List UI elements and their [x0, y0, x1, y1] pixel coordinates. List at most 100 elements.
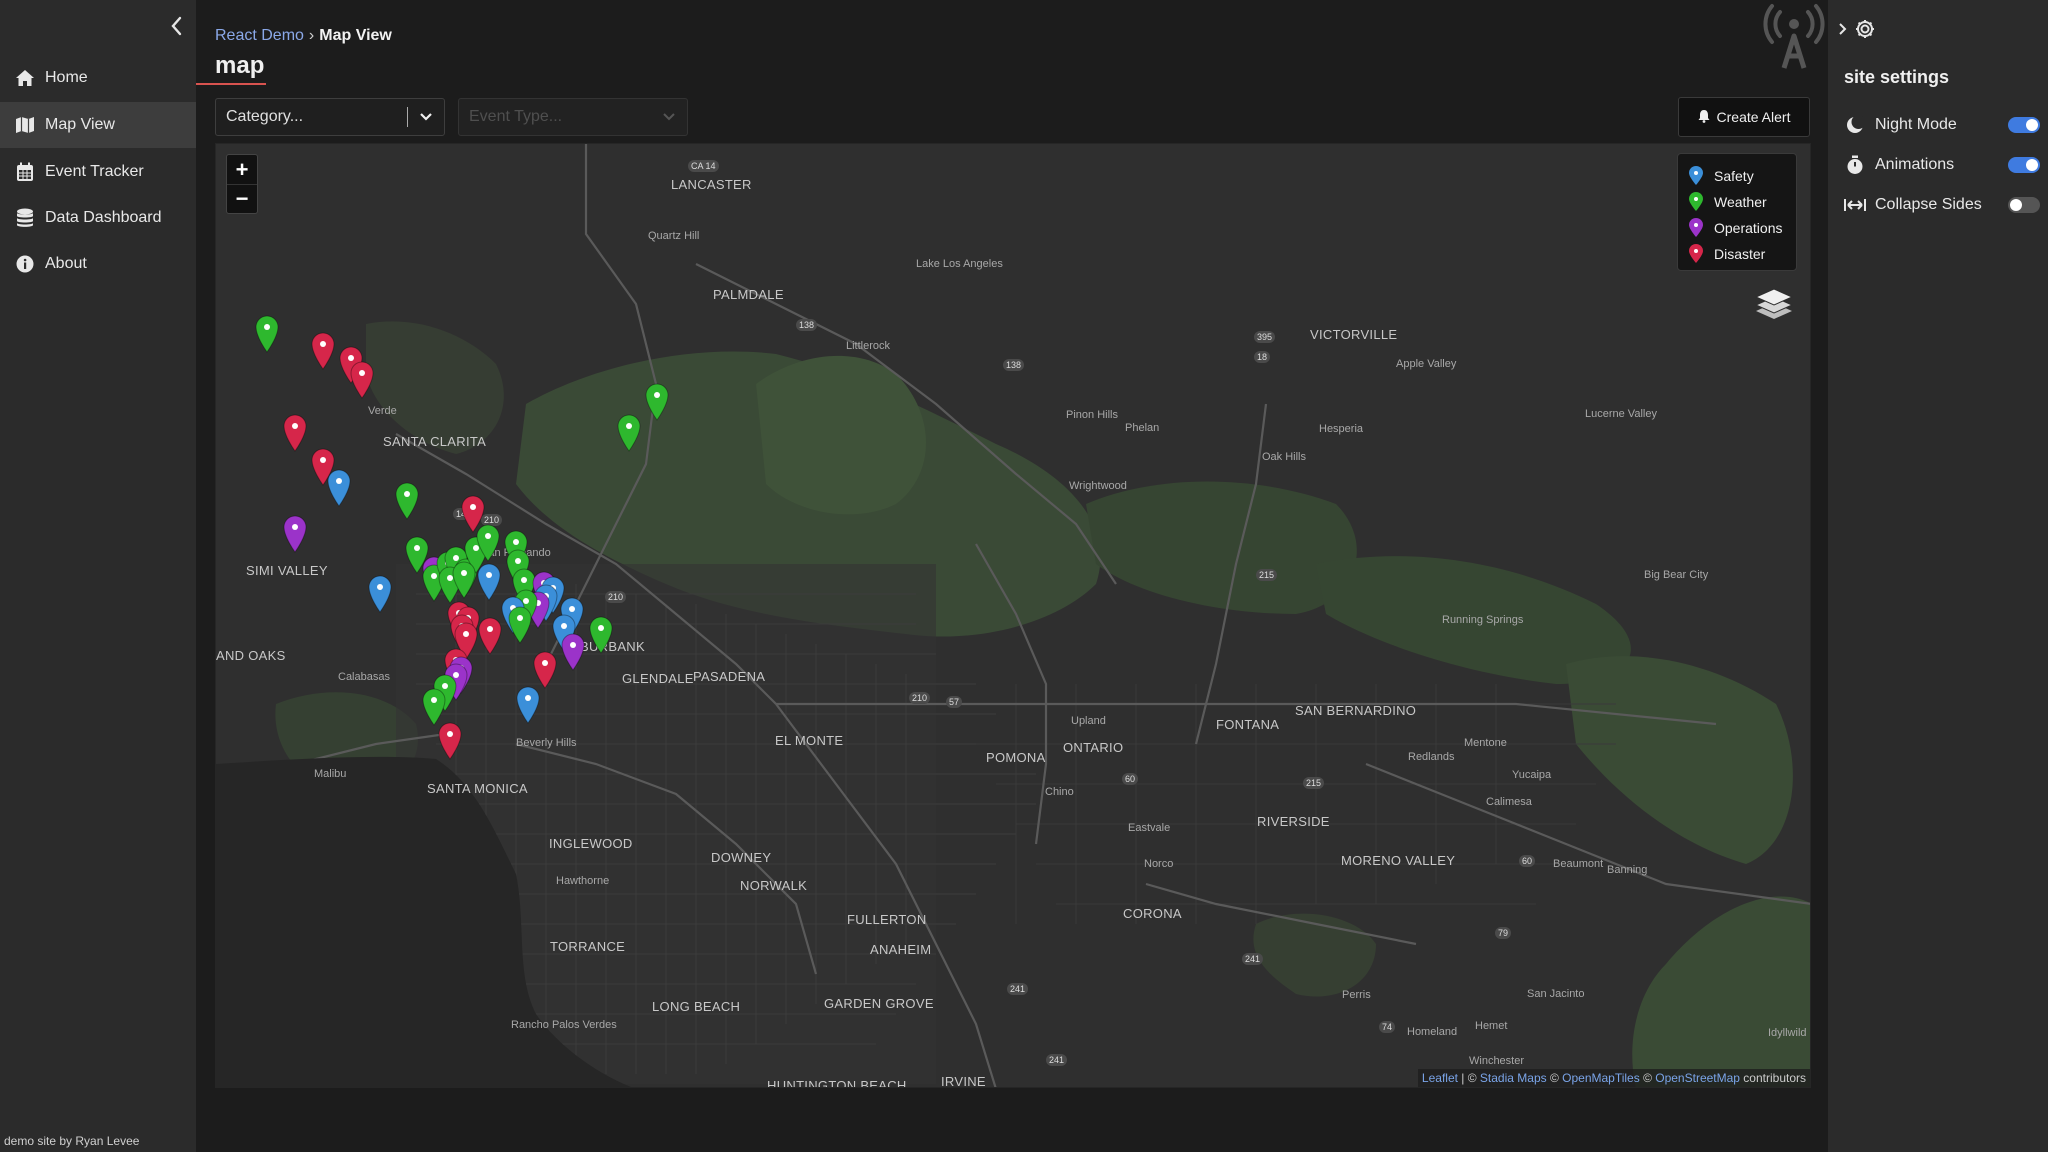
zoom-in-button[interactable]: + [227, 155, 257, 184]
map-label: Quartz Hill [648, 230, 700, 242]
category-select[interactable]: Category... [215, 98, 445, 136]
map-label: Perris [1342, 989, 1371, 1001]
map-label: EL MONTE [775, 733, 844, 748]
map-label: SANTA CLARITA [383, 434, 487, 449]
sidebar-item-home[interactable]: Home [0, 55, 196, 101]
highway-shield: 60 [1519, 855, 1536, 867]
setting-night-mode: Night Mode [1844, 111, 2040, 139]
map-label: PASADENA [693, 669, 766, 684]
map-label: GLENDALE [622, 671, 694, 686]
info-icon [14, 253, 36, 275]
event-marker-weather[interactable] [451, 561, 477, 599]
event-marker-weather[interactable] [644, 383, 670, 421]
event-marker-operations[interactable] [282, 515, 308, 553]
map-label: NORWALK [740, 878, 808, 893]
map-label: MORENO VALLEY [1341, 853, 1456, 868]
collapse-sidebar-button[interactable] [166, 14, 188, 38]
bell-icon [1698, 109, 1710, 126]
zoom-out-button[interactable]: − [227, 184, 257, 213]
chevron-down-icon[interactable] [408, 112, 444, 122]
chevron-right-icon [1839, 23, 1847, 35]
map-label: Running Springs [1442, 614, 1524, 626]
layers-button[interactable] [1752, 279, 1796, 323]
map-label: POMONA [986, 750, 1046, 765]
left-sidebar: Home Map View Event Tracker Data Dashboa… [0, 0, 196, 1152]
event-marker-disaster[interactable] [532, 651, 558, 689]
event-marker-operations[interactable] [560, 633, 586, 671]
map-label: Lake Los Angeles [916, 258, 1003, 270]
breadcrumb-root-link[interactable]: React Demo [215, 27, 304, 44]
attribution-text: contributors [1739, 1071, 1806, 1085]
legend-item-operations: Operations [1688, 215, 1786, 241]
highway-shield: 241 [1007, 983, 1029, 995]
map-label: HUNTINGTON BEACH [767, 1078, 907, 1088]
animations-toggle[interactable] [2008, 157, 2040, 173]
sidebar-item-event-tracker[interactable]: Event Tracker [0, 149, 196, 195]
openmaptiles-link[interactable]: OpenMapTiles [1562, 1071, 1640, 1085]
collapse-sides-toggle[interactable] [2008, 197, 2040, 213]
highway-shield: 215 [1256, 569, 1278, 581]
breadcrumb-separator: › [308, 27, 315, 44]
map-label: Calimesa [1486, 796, 1532, 808]
setting-label: Animations [1875, 156, 1955, 173]
event-marker-weather[interactable] [394, 482, 420, 520]
event-marker-disaster[interactable] [437, 722, 463, 760]
night-mode-toggle[interactable] [2008, 117, 2040, 133]
event-marker-safety[interactable] [515, 686, 541, 724]
setting-label: Collapse Sides [1875, 196, 1982, 213]
event-marker-weather[interactable] [254, 315, 280, 353]
chevron-left-icon [171, 16, 182, 36]
sidebar-item-about[interactable]: About [0, 241, 196, 287]
openstreetmap-link[interactable]: OpenStreetMap [1655, 1071, 1740, 1085]
create-alert-button[interactable]: Create Alert [1678, 97, 1810, 137]
map-label: FULLERTON [847, 912, 927, 927]
event-marker-safety[interactable] [367, 575, 393, 613]
map-label: INGLEWOOD [549, 836, 633, 851]
map-canvas[interactable]: LANCASTER Quartz Hill PALMDALE Lake Los … [215, 143, 1811, 1088]
sidebar-item-data-dashboard[interactable]: Data Dashboard [0, 195, 196, 241]
highway-shield: 60 [1122, 773, 1139, 785]
chevron-down-icon [651, 112, 687, 122]
map-label: Phelan [1125, 422, 1160, 434]
event-marker-disaster[interactable] [349, 361, 375, 399]
map-label: ONTARIO [1063, 740, 1124, 755]
category-placeholder: Category... [226, 108, 304, 125]
stadia-link[interactable]: Stadia Maps [1480, 1071, 1547, 1085]
leaflet-link[interactable]: Leaflet [1422, 1071, 1458, 1085]
event-marker-weather[interactable] [475, 524, 501, 562]
map-label: Big Bear City [1644, 569, 1709, 581]
map-label: ANAHEIM [870, 942, 932, 957]
highway-shield: 241 [1242, 953, 1264, 965]
map-label: TORRANCE [550, 939, 626, 954]
setting-label: Night Mode [1875, 116, 1957, 133]
map-label: Wrightwood [1069, 480, 1127, 492]
event-marker-weather[interactable] [507, 606, 533, 644]
highway-shield: CA 14 [688, 160, 719, 172]
event-marker-disaster[interactable] [282, 414, 308, 452]
settings-toggle-button[interactable] [1838, 18, 1876, 40]
event-type-placeholder: Event Type... [469, 108, 563, 125]
event-marker-safety[interactable] [326, 469, 352, 507]
map-label: PALMDALE [713, 287, 784, 302]
map-label: Calabasas [338, 671, 390, 683]
sidebar-item-map-view[interactable]: Map View [0, 102, 196, 148]
sidebar-item-label: Home [45, 69, 88, 86]
event-marker-weather[interactable] [421, 688, 447, 726]
title-underline [196, 83, 266, 85]
marker-icon [1689, 192, 1703, 211]
home-icon [14, 67, 36, 89]
event-marker-weather[interactable] [616, 414, 642, 452]
marker-icon [1689, 166, 1703, 185]
map-label: Beaumont [1553, 858, 1604, 870]
event-marker-disaster[interactable] [477, 617, 503, 655]
map-label: Oak Hills [1262, 451, 1307, 463]
map-label: Eastvale [1128, 822, 1171, 834]
broadcast-logo-icon [1758, 2, 1830, 74]
event-marker-disaster[interactable] [310, 332, 336, 370]
gear-icon [1856, 20, 1874, 38]
map-label: Idyllwild [1768, 1027, 1807, 1039]
event-type-select[interactable]: Event Type... [458, 98, 688, 136]
event-marker-safety[interactable] [476, 563, 502, 601]
event-marker-weather[interactable] [588, 616, 614, 654]
highway-shield: 210 [909, 692, 931, 704]
